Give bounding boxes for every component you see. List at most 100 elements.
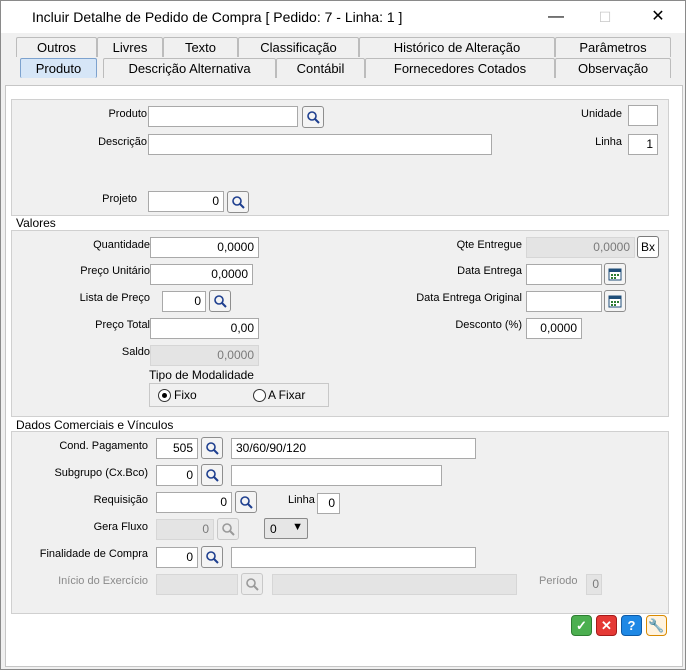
- data-entrega-original-input[interactable]: [526, 291, 602, 312]
- descricao-label: Descrição: [98, 136, 147, 148]
- tab-contabil[interactable]: Contábil: [276, 58, 365, 78]
- modalidade-fixo-radio[interactable]: [158, 389, 171, 402]
- search-icon: [206, 469, 219, 482]
- calendar-icon: [608, 295, 622, 308]
- search-icon: [307, 111, 320, 124]
- bx-button[interactable]: Bx: [637, 236, 659, 258]
- subgrupo-search-button[interactable]: [201, 464, 223, 486]
- subgrupo-code-input[interactable]: 0: [156, 465, 198, 486]
- gera-fluxo-select-value: 0: [270, 522, 277, 536]
- unidade-input[interactable]: [628, 105, 658, 126]
- requisicao-input[interactable]: 0: [156, 492, 232, 513]
- preco-unitario-input[interactable]: 0,0000: [150, 264, 253, 285]
- tab-panel-produto: Produto Unidade Descrição Linha 1 Projet…: [5, 85, 683, 667]
- search-icon: [222, 523, 235, 536]
- projeto-input[interactable]: 0: [148, 191, 224, 212]
- close-button[interactable]: ✕: [638, 5, 678, 29]
- modalidade-box: Fixo A Fixar: [149, 383, 329, 407]
- tools-button[interactable]: 🔧: [646, 615, 667, 636]
- saldo-label: Saldo: [121, 346, 150, 358]
- quantidade-input[interactable]: 0,0000: [150, 237, 259, 258]
- cond-pagamento-code-input[interactable]: 505: [156, 438, 198, 459]
- subgrupo-desc-input[interactable]: [231, 465, 442, 486]
- finalidade-search-button[interactable]: [201, 546, 223, 568]
- modalidade-afixar-radio[interactable]: [253, 389, 266, 402]
- search-icon: [232, 196, 245, 209]
- gera-fluxo-label: Gera Fluxo: [93, 521, 148, 533]
- inicio-exercicio-input: [156, 574, 238, 595]
- preco-total-label: Preço Total: [95, 319, 150, 331]
- gera-fluxo-select[interactable]: 0 ▼: [264, 518, 308, 539]
- qte-entregue-label: Qte Entregue: [456, 239, 522, 251]
- tab-outros[interactable]: Outros: [16, 37, 97, 57]
- tab-texto[interactable]: Texto: [163, 37, 238, 57]
- help-button[interactable]: ?: [621, 615, 642, 636]
- wrench-icon: 🔧: [648, 617, 665, 633]
- finalidade-label: Finalidade de Compra: [39, 548, 148, 560]
- data-entrega-calendar-button[interactable]: [604, 263, 626, 285]
- minimize-button[interactable]: —: [536, 5, 576, 29]
- tab-descricao-alternativa[interactable]: Descrição Alternativa: [103, 58, 276, 78]
- search-icon: [214, 295, 227, 308]
- title-bar: Incluir Detalhe de Pedido de Compra [ Pe…: [1, 1, 685, 33]
- produto-input[interactable]: [148, 106, 298, 127]
- preco-unitario-label: Preço Unitário: [80, 265, 150, 277]
- projeto-label: Projeto: [102, 193, 137, 205]
- search-icon: [240, 496, 253, 509]
- produto-search-button[interactable]: [302, 106, 324, 128]
- tab-produto[interactable]: Produto: [20, 58, 97, 78]
- finalidade-code-input[interactable]: 0: [156, 547, 198, 568]
- gera-fluxo-search-button: [217, 518, 239, 540]
- gera-fluxo-input: 0: [156, 519, 214, 540]
- preco-total-input[interactable]: 0,00: [150, 318, 259, 339]
- window-title: Incluir Detalhe de Pedido de Compra [ Pe…: [32, 9, 403, 25]
- periodo-input: 0: [586, 574, 602, 595]
- lista-preco-label: Lista de Preço: [79, 292, 150, 304]
- produto-label: Produto: [108, 108, 147, 120]
- tab-parametros[interactable]: Parâmetros: [555, 37, 671, 57]
- inicio-exercicio-desc-input: [272, 574, 517, 595]
- finalidade-desc-input[interactable]: [231, 547, 476, 568]
- data-entrega-original-calendar-button[interactable]: [604, 290, 626, 312]
- comerciais-group-label: Dados Comerciais e Vínculos: [16, 418, 174, 432]
- requisicao-linha-label: Linha: [288, 494, 315, 506]
- check-icon: ✓: [576, 617, 587, 633]
- requisicao-linha-input[interactable]: 0: [317, 493, 340, 514]
- ok-button[interactable]: ✓: [571, 615, 592, 636]
- unidade-label: Unidade: [581, 108, 622, 120]
- periodo-label: Período: [539, 575, 578, 587]
- calendar-icon: [608, 268, 622, 281]
- quantidade-label: Quantidade: [93, 239, 150, 251]
- cancel-button[interactable]: ✕: [596, 615, 617, 636]
- modalidade-fixo-label: Fixo: [174, 388, 197, 402]
- data-entrega-original-label: Data Entrega Original: [416, 292, 522, 304]
- desconto-input[interactable]: 0,0000: [526, 318, 582, 339]
- tab-classificacao[interactable]: Classificação: [238, 37, 359, 57]
- tab-livres[interactable]: Livres: [97, 37, 163, 57]
- tab-observacao[interactable]: Observação: [555, 58, 671, 78]
- lista-preco-search-button[interactable]: [209, 290, 231, 312]
- tab-fornecedores-cotados[interactable]: Fornecedores Cotados: [365, 58, 555, 78]
- maximize-button[interactable]: ☐: [585, 5, 625, 29]
- descricao-input[interactable]: [148, 134, 492, 155]
- data-entrega-input[interactable]: [526, 264, 602, 285]
- projeto-search-button[interactable]: [227, 191, 249, 213]
- modalidade-label: Tipo de Modalidade: [149, 368, 254, 382]
- linha-label: Linha: [595, 136, 622, 148]
- subgrupo-label: Subgrupo (Cx.Bco): [54, 467, 148, 479]
- valores-group: Quantidade 0,0000 Preço Unitário 0,0000 …: [11, 230, 669, 417]
- search-icon: [206, 551, 219, 564]
- comerciais-group: Cond. Pagamento 505 30/60/90/120 Subgrup…: [11, 431, 669, 614]
- desconto-label: Desconto (%): [455, 319, 522, 331]
- requisicao-search-button[interactable]: [235, 491, 257, 513]
- dialog-window: Incluir Detalhe de Pedido de Compra [ Pe…: [0, 0, 686, 670]
- inicio-exercicio-label: Início do Exercício: [58, 575, 148, 587]
- lista-preco-input[interactable]: 0: [162, 291, 206, 312]
- tab-historico-alteracao[interactable]: Histórico de Alteração: [359, 37, 555, 57]
- cond-pagamento-search-button[interactable]: [201, 437, 223, 459]
- chevron-down-icon: ▼: [292, 521, 303, 533]
- cond-pagamento-desc-input[interactable]: 30/60/90/120: [231, 438, 476, 459]
- modalidade-afixar-label: A Fixar: [268, 388, 306, 402]
- linha-input[interactable]: 1: [628, 134, 658, 155]
- valores-group-label: Valores: [16, 216, 56, 230]
